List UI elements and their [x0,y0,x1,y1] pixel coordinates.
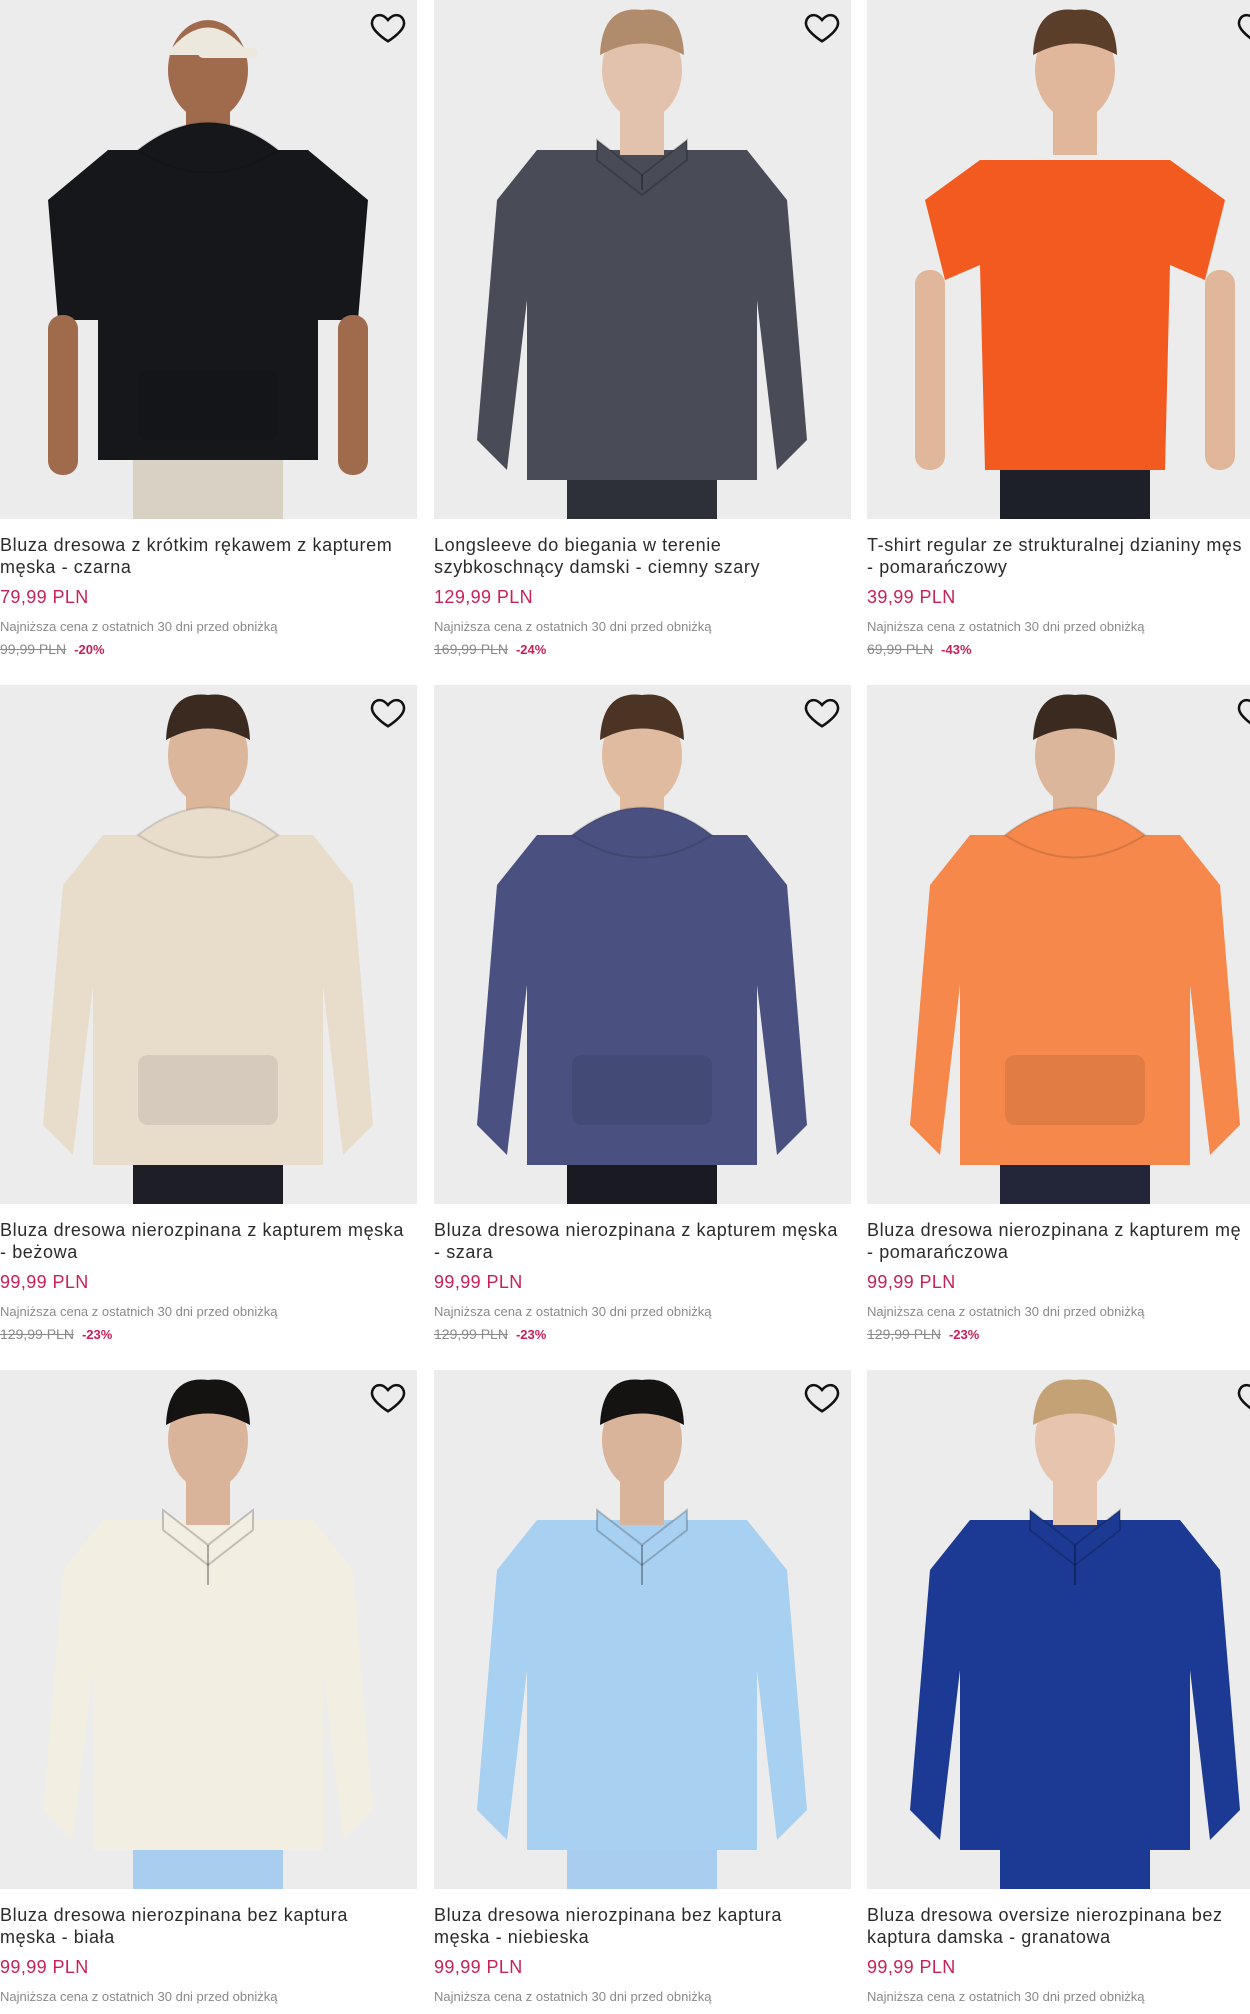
product-price: 99,99 PLN [0,1272,89,1292]
product-image[interactable] [867,0,1250,519]
old-price-row: 69,99 PLN -43% [867,640,1250,659]
product-price: 99,99 PLN [434,1272,523,1292]
model-illustration [477,1379,807,1889]
old-price-row: 99,99 PLN -20% [0,640,417,659]
product-title[interactable]: Bluza dresowa nierozpinana bez kaptura mę… [0,1904,417,1948]
product-info: T-shirt regular ze strukturalnej dzianin… [867,534,1250,659]
old-price: 129,99 PLN [434,1326,508,1342]
old-price: 169,99 PLN [434,641,508,657]
wishlist-heart-icon[interactable] [1236,1378,1250,1416]
product-price: 99,99 PLN [0,1957,89,1977]
product-title[interactable]: Longsleeve do biegania w terenie szybkosc… [434,534,851,578]
discount-badge: -24% [515,642,547,657]
lowest-price-label: Najniższa cena z ostatnich 30 dni przed … [867,619,1145,634]
old-price: 129,99 PLN [867,1326,941,1342]
discount-badge: -43% [941,642,972,657]
discount-badge: -23% [515,1327,547,1342]
lowest-price-label: Najniższa cena z ostatnich 30 dni przed … [434,619,712,634]
lowest-price-label: Najniższa cena z ostatnich 30 dni przed … [0,1304,278,1319]
product-price: 99,99 PLN [867,1957,956,1977]
product-price: 129,99 PLN [434,587,534,607]
model-illustration [910,694,1240,1204]
product-title[interactable]: T-shirt regular ze strukturalnej dzianin… [867,534,1250,578]
product-info: Bluza dresowa nierozpinana z kapturem mę… [867,1219,1250,1344]
product-image[interactable] [434,685,851,1204]
product-title[interactable]: Bluza dresowa nierozpinana z kapturem mę… [867,1219,1250,1263]
product-info: Bluza dresowa nierozpinana z kapturem mę… [0,1219,417,1344]
product-price: 99,99 PLN [867,1272,956,1292]
lowest-price-label: Najniższa cena z ostatnich 30 dni przed … [434,1989,712,2004]
product-image[interactable] [0,685,417,1204]
product-info: Bluza dresowa nierozpinana z kapturem mę… [434,1219,851,1344]
product-image[interactable] [434,0,851,519]
wishlist-heart-icon[interactable] [1236,8,1250,46]
model-illustration [48,20,368,519]
lowest-price-label: Najniższa cena z ostatnich 30 dni przed … [867,1304,1145,1319]
model-illustration [477,9,807,519]
wishlist-heart-icon[interactable] [369,8,407,46]
product-info: Bluza dresowa oversize nierozpinana bez k… [867,1904,1250,2005]
product-image[interactable] [434,1370,851,1889]
old-price-row: 129,99 PLN -23% [0,1325,417,1344]
old-price: 99,99 PLN [0,641,67,657]
product-price: 39,99 PLN [867,587,956,607]
product-title[interactable]: Bluza dresowa oversize nierozpinana bez k… [867,1904,1250,1948]
model-illustration [910,1379,1240,1889]
product-image[interactable] [0,0,417,519]
product-title[interactable]: Bluza dresowa z krótkim rękawem z kaptur… [0,534,417,578]
wishlist-heart-icon[interactable] [803,693,841,731]
wishlist-heart-icon[interactable] [1236,693,1250,731]
wishlist-heart-icon[interactable] [369,693,407,731]
old-price-row: 169,99 PLN -24% [434,640,851,659]
product-image[interactable] [867,1370,1250,1889]
product-image[interactable] [867,685,1250,1204]
old-price: 69,99 PLN [867,641,934,657]
product-price: 99,99 PLN [434,1957,523,1977]
discount-badge: -23% [81,1327,113,1342]
lowest-price-label: Najniższa cena z ostatnich 30 dni przed … [434,1304,712,1319]
product-info: Longsleeve do biegania w terenie szybkosc… [434,534,851,659]
discount-badge: -23% [948,1327,980,1342]
discount-badge: -20% [74,642,105,657]
wishlist-heart-icon[interactable] [803,8,841,46]
wishlist-heart-icon[interactable] [803,1378,841,1416]
product-info: Bluza dresowa nierozpinana bez kaptura mę… [0,1904,417,2005]
product-info: Bluza dresowa z krótkim rękawem z kaptur… [0,534,417,659]
product-title[interactable]: Bluza dresowa nierozpinana z kapturem mę… [0,1219,417,1263]
product-image[interactable] [0,1370,417,1889]
product-title[interactable]: Bluza dresowa nierozpinana z kapturem mę… [434,1219,851,1263]
model-illustration [915,9,1235,519]
lowest-price-label: Najniższa cena z ostatnich 30 dni przed … [0,619,278,634]
old-price-row: 129,99 PLN -23% [867,1325,1250,1344]
model-illustration [477,694,807,1204]
product-title[interactable]: Bluza dresowa nierozpinana bez kaptura mę… [434,1904,851,1948]
product-price: 79,99 PLN [0,587,89,607]
lowest-price-label: Najniższa cena z ostatnich 30 dni przed … [0,1989,278,2004]
product-info: Bluza dresowa nierozpinana bez kaptura mę… [434,1904,851,2005]
model-illustration [43,1379,373,1889]
product-grid: Bluza dresowa z krótkim rękawem z kaptur… [0,0,1250,2014]
lowest-price-label: Najniższa cena z ostatnich 30 dni przed … [867,1989,1145,2004]
wishlist-heart-icon[interactable] [369,1378,407,1416]
model-illustration [43,694,373,1204]
old-price: 129,99 PLN [0,1326,74,1342]
old-price-row: 129,99 PLN -23% [434,1325,851,1344]
